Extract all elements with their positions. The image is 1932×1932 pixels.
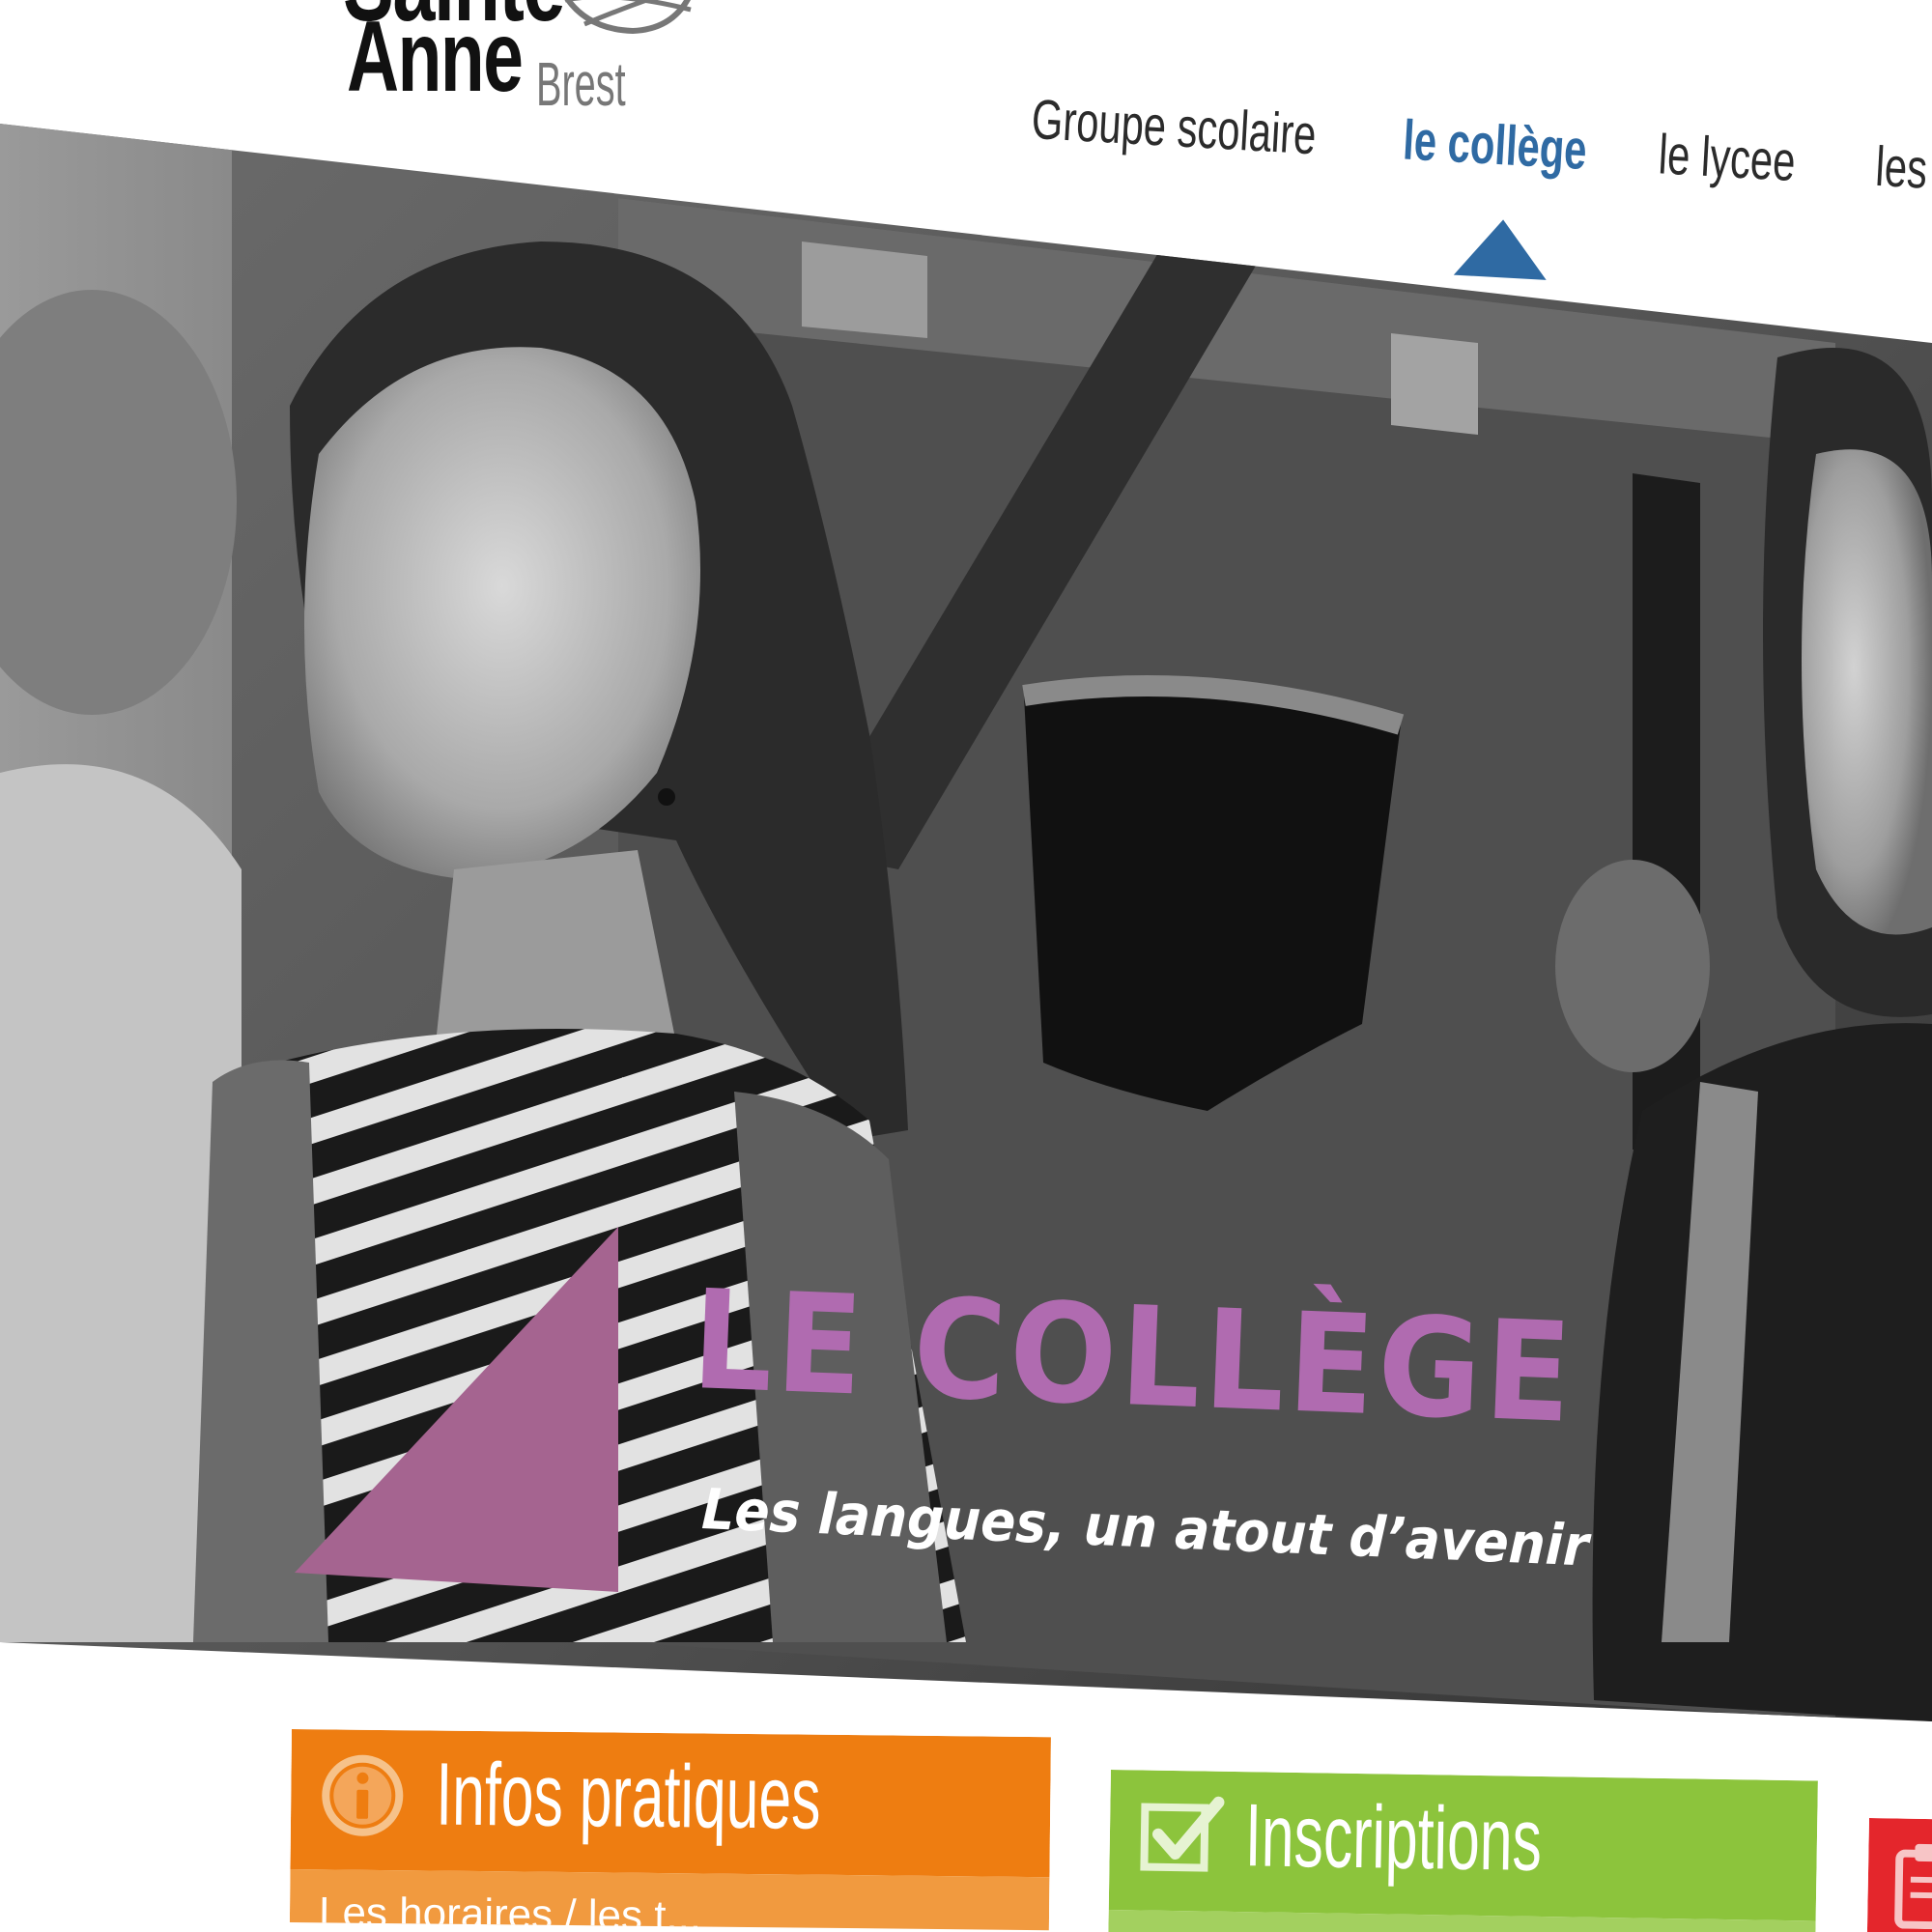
logo-city: Brest — [536, 49, 626, 119]
clipboard-icon — [1894, 1843, 1932, 1930]
info-circle-icon — [322, 1754, 404, 1836]
logo-emblem-icon — [564, 0, 692, 35]
logo-line-2: Anne — [347, 1, 524, 113]
nav-active-indicator-icon — [1453, 216, 1550, 280]
hero-photo — [0, 124, 1932, 1721]
card-inscriptions-label: Inscriptions — [1244, 1786, 1543, 1890]
card-infos-label: Infos pratiques — [435, 1745, 822, 1848]
nav-item-le-lycee[interactable]: le lycee — [1657, 122, 1797, 194]
card-inscriptions-header: Inscriptions — [1108, 1770, 1818, 1921]
hero-banner: LE COLLÈGE Les langues, un atout d’aveni… — [0, 0, 1932, 1932]
nav-item-le-college[interactable]: le collège — [1402, 107, 1589, 183]
card-third-header — [1866, 1818, 1932, 1932]
card-infos-header: Infos pratiques — [290, 1729, 1051, 1878]
page: LE COLLÈGE Les langues, un atout d’aveni… — [0, 0, 1932, 1932]
card-infos-subbar: Les horaires / les t... — [289, 1868, 1050, 1931]
card-third[interactable] — [1866, 1818, 1932, 1932]
hero-title: LE COLLÈGE — [689, 1261, 1578, 1454]
card-infos-pratiques[interactable]: Infos pratiques Les horaires / les t... — [289, 1729, 1051, 1931]
nav-item-les[interactable]: les — [1874, 134, 1929, 202]
card-inscriptions[interactable]: Inscriptions — [1107, 1770, 1818, 1932]
checkbox-icon — [1140, 1796, 1225, 1872]
school-logo[interactable]: Sainte Anne Brest — [343, 0, 710, 145]
